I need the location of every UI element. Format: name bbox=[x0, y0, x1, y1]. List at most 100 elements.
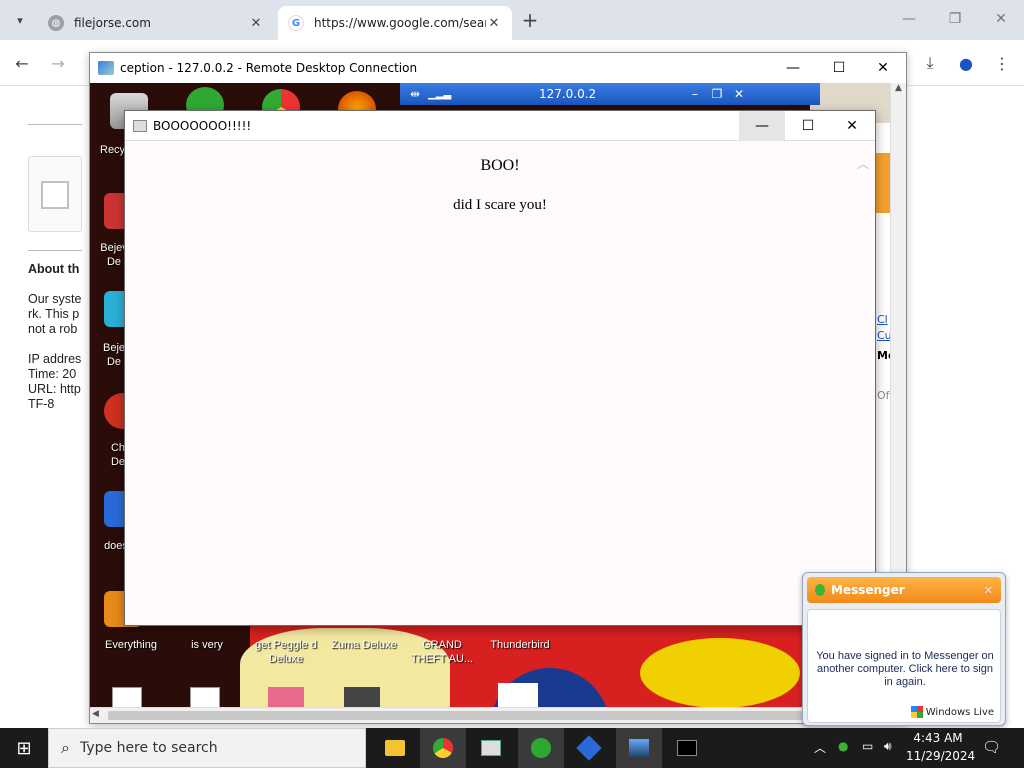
close-tab-icon[interactable]: ✕ bbox=[486, 16, 502, 31]
boo-minimize-icon[interactable]: — bbox=[739, 111, 785, 141]
rdp-close-icon[interactable]: ✕ bbox=[860, 53, 906, 83]
tab-filejorse[interactable]: ◍ filejorse.com ✕ bbox=[38, 6, 274, 40]
copilot-taskbar-icon[interactable] bbox=[566, 728, 612, 768]
messenger-taskbar-icon[interactable] bbox=[518, 728, 564, 768]
right-panel-link[interactable]: Cl bbox=[877, 313, 888, 326]
restore-icon[interactable]: ❐ bbox=[940, 6, 970, 32]
window-app-icon bbox=[133, 119, 147, 132]
start-button[interactable]: ⊞ bbox=[0, 728, 48, 768]
desktop-icon-label: GRAND THEFT AU... bbox=[410, 639, 474, 665]
page-heading: About th bbox=[28, 262, 80, 276]
windows-live-logo: Windows Live bbox=[910, 706, 994, 718]
page-text: URL: http bbox=[28, 382, 81, 396]
right-panel-orange bbox=[876, 153, 890, 213]
profile-icon[interactable]: ● bbox=[952, 49, 980, 77]
brand-text: Windows Live bbox=[925, 706, 994, 718]
rdp-horizontal-scrollbar[interactable]: ◀ bbox=[90, 707, 890, 723]
messenger-title: Messenger bbox=[831, 583, 905, 597]
taskbar-time[interactable]: 4:43 AM bbox=[906, 731, 970, 745]
tab-search-icon[interactable]: ▾ bbox=[6, 6, 34, 34]
desktop-icon-label: Zuma Deluxe bbox=[331, 639, 397, 651]
minimize-icon[interactable]: — bbox=[894, 6, 924, 32]
inner-minimize-icon[interactable]: – bbox=[684, 87, 706, 101]
chrome-taskbar-icon[interactable] bbox=[420, 728, 466, 768]
right-panel-label: Of bbox=[877, 389, 890, 402]
forward-icon[interactable]: → bbox=[44, 49, 72, 77]
desktop-icon-label: Everything bbox=[105, 639, 157, 651]
back-icon[interactable]: ← bbox=[8, 49, 36, 77]
pin-icon[interactable]: ⇹ bbox=[410, 87, 420, 101]
scroll-up-icon[interactable]: ︿ bbox=[857, 155, 869, 172]
inner-restore-icon[interactable]: ❐ bbox=[706, 87, 728, 101]
document-icon[interactable] bbox=[112, 687, 142, 707]
windows-flag-icon bbox=[910, 706, 923, 718]
tab-google-search[interactable]: G https://www.google.com/search ✕ bbox=[278, 6, 512, 40]
desktop-icon-label: get Peggle d Deluxe bbox=[255, 639, 317, 665]
tray-messenger-icon[interactable]: ● bbox=[838, 739, 848, 753]
wallpaper-yellow2 bbox=[640, 638, 800, 707]
browser-tabstrip: ▾ ◍ filejorse.com ✕ G https://www.google… bbox=[0, 0, 1024, 40]
page-text: Our syste bbox=[28, 292, 82, 306]
search-icon: ⌕ bbox=[61, 738, 70, 757]
scroll-left-icon[interactable]: ◀ bbox=[92, 709, 99, 719]
tab-title: https://www.google.com/search bbox=[314, 16, 486, 30]
rdp-maximize-icon[interactable]: ☐ bbox=[816, 53, 862, 83]
right-panel-link[interactable]: Cu bbox=[877, 329, 890, 342]
page-text: Time: 20 bbox=[28, 367, 77, 381]
desktop-icon-label: Thunderbird bbox=[490, 639, 550, 651]
tray-overflow-icon[interactable]: ︿ bbox=[814, 739, 826, 756]
divider bbox=[28, 124, 82, 125]
taskbar-date[interactable]: 11/29/2024 bbox=[906, 749, 975, 763]
scroll-up-icon[interactable]: ▲ bbox=[891, 83, 906, 93]
tab-title: filejorse.com bbox=[74, 16, 151, 30]
rdp-title: ception - 127.0.0.2 - Remote Desktop Con… bbox=[120, 61, 418, 75]
file-explorer-icon[interactable] bbox=[372, 728, 418, 768]
remote-desktop-taskbar-icon[interactable] bbox=[616, 728, 662, 768]
page-text: not a rob bbox=[28, 322, 78, 336]
messenger-body[interactable]: You have signed in to Messenger on anoth… bbox=[807, 609, 1001, 723]
signal-icon: ▁▂▃ bbox=[428, 88, 452, 100]
document-icon[interactable] bbox=[190, 687, 220, 707]
boo-message: did I scare you! bbox=[453, 197, 547, 213]
app-icon[interactable] bbox=[344, 687, 380, 707]
app-icon[interactable] bbox=[268, 687, 304, 707]
inner-bar-title: 127.0.0.2 bbox=[538, 87, 597, 101]
app-taskbar-icon[interactable] bbox=[468, 728, 514, 768]
boo-maximize-icon[interactable]: ☐ bbox=[785, 111, 831, 141]
messenger-close-icon[interactable]: ✕ bbox=[984, 584, 993, 597]
volume-icon[interactable]: 🔊︎ bbox=[884, 739, 892, 754]
rdp-app-icon bbox=[98, 61, 114, 75]
messenger-buddy-icon bbox=[815, 584, 825, 596]
messenger-notification[interactable]: Messenger ✕ You have signed in to Messen… bbox=[802, 572, 1006, 726]
boo-close-icon[interactable]: ✕ bbox=[829, 111, 875, 141]
captcha-checkbox[interactable] bbox=[41, 181, 69, 209]
page-text: TF-8 bbox=[28, 397, 55, 411]
close-window-icon[interactable]: ✕ bbox=[986, 6, 1016, 32]
right-panel-label: Mo bbox=[877, 349, 890, 362]
page-text: IP addres bbox=[28, 352, 82, 366]
close-tab-icon[interactable]: ✕ bbox=[248, 16, 264, 31]
desktop-icon-label: is very bbox=[191, 639, 223, 651]
rdp-minimize-icon[interactable]: — bbox=[770, 53, 816, 83]
messenger-header: Messenger ✕ bbox=[807, 577, 1001, 603]
app-icon[interactable] bbox=[498, 683, 538, 707]
scroll-thumb[interactable] bbox=[108, 711, 868, 720]
search-placeholder: Type here to search bbox=[79, 740, 218, 756]
new-tab-button[interactable]: + bbox=[516, 6, 544, 34]
page-text: rk. This p bbox=[28, 307, 80, 321]
windows-taskbar: ⊞ ⌕ Type here to search ︿ ● ▭ 🔊︎ 4:43 AM… bbox=[0, 728, 1024, 768]
inner-rdp-connection-bar[interactable]: ⇹ ▁▂▃ 127.0.0.2 – ❐ ✕ bbox=[400, 83, 820, 105]
menu-icon[interactable]: ⋮ bbox=[988, 49, 1016, 77]
inner-close-icon[interactable]: ✕ bbox=[728, 87, 750, 101]
taskbar-search-box[interactable]: ⌕ Type here to search bbox=[48, 728, 366, 768]
boo-window-title: BOOOOOOO!!!!! bbox=[153, 118, 252, 133]
boo-window: BOOOOOOO!!!!! — ☐ ✕ BOO! did I scare you… bbox=[124, 110, 876, 626]
divider bbox=[28, 250, 82, 251]
messenger-message[interactable]: You have signed in to Messenger on anoth… bbox=[816, 650, 994, 689]
terminal-taskbar-icon[interactable] bbox=[664, 728, 710, 768]
download-icon[interactable]: ⤓ bbox=[916, 49, 944, 77]
captcha-box bbox=[28, 156, 82, 232]
boo-heading: BOO! bbox=[480, 157, 520, 174]
notifications-icon[interactable]: 🗨︎ bbox=[982, 738, 1001, 756]
network-icon[interactable]: ▭ bbox=[862, 739, 873, 753]
